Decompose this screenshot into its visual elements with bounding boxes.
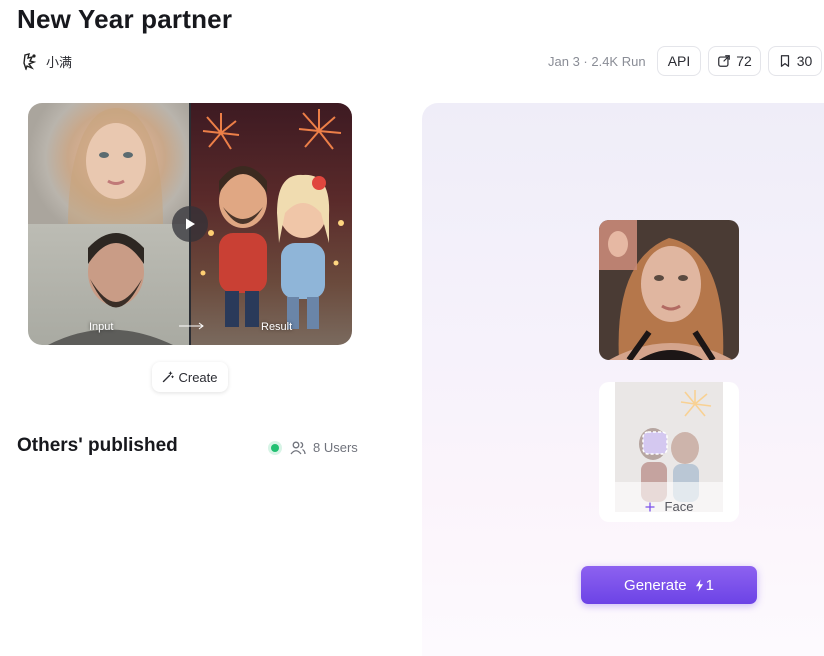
result-label: Result [261, 321, 293, 333]
bookmark-button[interactable]: 30 [768, 46, 822, 76]
author[interactable]: 小满 [20, 51, 72, 71]
author-name: 小满 [46, 54, 73, 70]
face-template-preview [615, 382, 723, 512]
api-label: API [667, 53, 691, 69]
input-photo-woman [28, 103, 189, 224]
arrow-right-icon [179, 322, 204, 330]
page-title: New Year partner [17, 4, 233, 34]
bookmark-icon [780, 55, 789, 67]
generate-cost: 1 [695, 577, 714, 594]
face-upload-card[interactable]: Face [599, 382, 739, 522]
play-button[interactable] [172, 206, 208, 242]
generate-cost-value: 1 [705, 576, 714, 594]
avatar-sketch-icon [23, 53, 37, 71]
add-face-button[interactable]: Face [599, 499, 739, 514]
create-button[interactable]: Create [152, 362, 228, 392]
author-avatar [20, 51, 40, 71]
share-button[interactable]: 72 [708, 46, 761, 76]
users-icon [290, 441, 306, 454]
result-cartoon-couple [191, 103, 352, 345]
generate-label: Generate [624, 576, 687, 594]
input-image-card[interactable] [599, 220, 739, 360]
api-button[interactable]: API [657, 46, 701, 76]
share-icon [718, 55, 731, 67]
plus-icon [645, 502, 655, 512]
online-dot-icon [271, 443, 279, 452]
users-label: 8 Users [313, 440, 358, 455]
demo-preview[interactable]: Input Result [28, 103, 352, 345]
users-count: 8 Users [271, 440, 358, 455]
input-label: Input [89, 321, 114, 333]
bookmark-count: 30 [796, 53, 813, 69]
generate-button[interactable]: Generate 1 [581, 566, 757, 604]
lightning-icon [695, 579, 703, 591]
input-photo-woman-preview [599, 220, 739, 360]
others-published-heading: Others' published [17, 435, 178, 456]
play-icon [186, 218, 195, 230]
share-count: 72 [736, 53, 752, 69]
face-label: Face [664, 499, 694, 514]
create-label: Create [178, 369, 218, 385]
magic-wand-icon [163, 371, 175, 383]
date-runs: Jan 3 · 2.4K Run [548, 54, 646, 69]
